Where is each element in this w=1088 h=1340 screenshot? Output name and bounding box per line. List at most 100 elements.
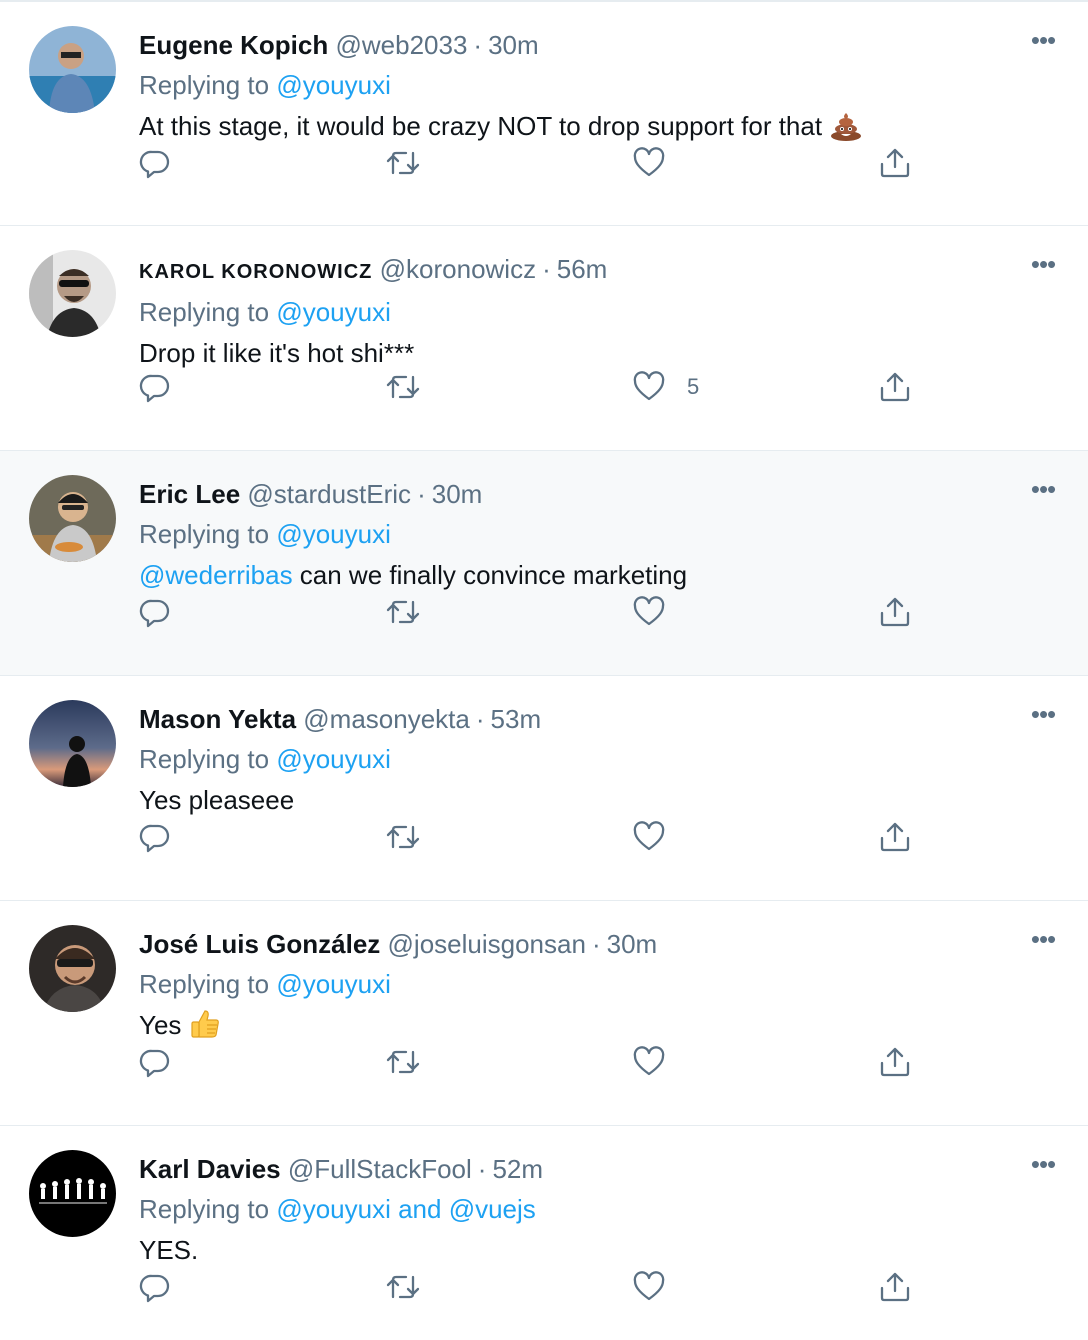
timestamp[interactable]: 53m	[491, 704, 542, 734]
tweet-mention[interactable]: @wederribas	[139, 560, 293, 590]
tweet[interactable]: Mason Yekta @masonyekta · 53m Replying to …	[0, 675, 1088, 900]
author-name[interactable]: Eric Lee	[139, 479, 240, 509]
tweet-text: can we finally convince marketing	[292, 560, 688, 590]
more-icon[interactable]: •••	[1028, 701, 1058, 727]
share-icon	[879, 1046, 911, 1078]
tweet[interactable]: Karl Davies @FullStackFool · 52m Replying …	[0, 1125, 1088, 1340]
author-handle[interactable]: @stardustEric	[247, 479, 411, 509]
author-handle[interactable]: @joseluisgonsan	[388, 929, 586, 959]
author-handle[interactable]: @FullStackFool	[288, 1154, 472, 1184]
author-name[interactable]: KAROL KORONOWICZ	[139, 261, 372, 283]
author-name[interactable]: Karl Davies	[139, 1154, 281, 1184]
retweet-button[interactable]	[385, 1044, 421, 1080]
author-handle[interactable]: @koronowicz	[380, 254, 536, 284]
share-icon	[879, 596, 911, 628]
more-icon[interactable]: •••	[1028, 251, 1058, 277]
tweet[interactable]: Eugene Kopich @web2033 · 30m Replying to @…	[0, 0, 1088, 225]
action-bar	[139, 1044, 939, 1084]
separator-dot: ·	[477, 1154, 487, 1184]
action-bar	[139, 819, 939, 859]
reply-button[interactable]	[139, 594, 171, 630]
tweet-text: YES.	[139, 1235, 199, 1265]
avatar[interactable]	[29, 250, 116, 337]
tweet-text: Yes pleaseee	[139, 785, 295, 815]
retweet-button[interactable]	[385, 594, 421, 630]
reply-button[interactable]	[139, 369, 171, 405]
avatar[interactable]	[29, 1150, 116, 1237]
share-button[interactable]	[879, 819, 911, 855]
reply-feed: Eugene Kopich @web2033 · 30m Replying to @…	[0, 0, 1088, 1340]
retweet-button[interactable]	[385, 1269, 421, 1305]
share-button[interactable]	[879, 594, 911, 630]
tweet-text: Drop it like it's hot shi***	[139, 338, 415, 368]
retweet-icon	[385, 821, 421, 853]
share-button[interactable]	[879, 1269, 911, 1305]
share-button[interactable]	[879, 145, 911, 181]
heart-icon	[633, 596, 665, 628]
share-button[interactable]	[879, 1044, 911, 1080]
avatar[interactable]	[29, 475, 116, 562]
more-icon[interactable]: •••	[1028, 926, 1058, 952]
replying-to-label: Replying to	[139, 1194, 270, 1224]
more-icon[interactable]: •••	[1028, 1151, 1058, 1177]
action-bar	[139, 594, 939, 634]
like-button[interactable]	[633, 819, 687, 855]
retweet-button[interactable]	[385, 819, 421, 855]
tweet[interactable]: KAROL KORONOWICZ @koronowicz · 56m Replyin…	[0, 225, 1088, 450]
share-icon	[879, 821, 911, 853]
timestamp[interactable]: 52m	[492, 1154, 543, 1184]
replying-to-label: Replying to	[139, 519, 270, 549]
action-bar	[139, 1269, 939, 1309]
timestamp[interactable]: 56m	[557, 254, 608, 284]
replying-to-label: Replying to	[139, 70, 270, 100]
author-handle[interactable]: @web2033	[335, 30, 467, 60]
replying-to-label: Replying to	[139, 969, 270, 999]
retweet-button[interactable]	[385, 145, 421, 181]
tweet[interactable]: Eric Lee @stardustEric · 30m Replying to @…	[0, 450, 1088, 675]
replying-to-mention[interactable]: @youyuxi	[276, 744, 391, 774]
tweet-text: Yes	[139, 1010, 182, 1040]
reply-button[interactable]	[139, 1044, 171, 1080]
heart-icon	[633, 371, 665, 403]
author-name[interactable]: José Luis González	[139, 929, 380, 959]
reply-icon	[139, 821, 171, 853]
retweet-button[interactable]	[385, 369, 421, 405]
replying-to-mention[interactable]: @youyuxi	[276, 969, 391, 999]
heart-icon	[633, 1046, 665, 1078]
timestamp[interactable]: 30m	[607, 929, 658, 959]
reply-icon	[139, 1046, 171, 1078]
more-icon[interactable]: •••	[1028, 476, 1058, 502]
heart-icon	[633, 821, 665, 853]
replying-to-label: Replying to	[139, 297, 270, 327]
author-name[interactable]: Eugene Kopich	[139, 30, 328, 60]
share-icon	[879, 1271, 911, 1303]
replying-to-mention[interactable]: @youyuxi and @vuejs	[276, 1194, 535, 1224]
heart-icon	[633, 1271, 665, 1303]
reply-button[interactable]	[139, 819, 171, 855]
avatar[interactable]	[29, 925, 116, 1012]
avatar[interactable]	[29, 700, 116, 787]
replying-to-mention[interactable]: @youyuxi	[276, 70, 391, 100]
replying-to-mention[interactable]: @youyuxi	[276, 519, 391, 549]
reply-icon	[139, 596, 171, 628]
replying-to-mention[interactable]: @youyuxi	[276, 297, 391, 327]
like-button[interactable]	[633, 145, 687, 181]
like-button[interactable]	[633, 1044, 687, 1080]
reply-button[interactable]	[139, 1269, 171, 1305]
action-bar	[139, 145, 939, 185]
share-button[interactable]	[879, 369, 911, 405]
like-button[interactable]	[633, 594, 687, 630]
timestamp[interactable]: 30m	[432, 479, 483, 509]
like-button[interactable]	[633, 1269, 687, 1305]
share-icon	[879, 147, 911, 179]
author-handle[interactable]: @masonyekta	[303, 704, 470, 734]
timestamp[interactable]: 30m	[488, 30, 539, 60]
author-name[interactable]: Mason Yekta	[139, 704, 296, 734]
tweet[interactable]: José Luis González @joseluisgonsan · 30m R…	[0, 900, 1088, 1125]
reply-icon	[139, 1271, 171, 1303]
reply-button[interactable]	[139, 145, 171, 181]
more-icon[interactable]: •••	[1028, 27, 1058, 53]
avatar[interactable]	[29, 26, 116, 113]
share-icon	[879, 371, 911, 403]
like-button[interactable]: 5	[633, 369, 699, 405]
